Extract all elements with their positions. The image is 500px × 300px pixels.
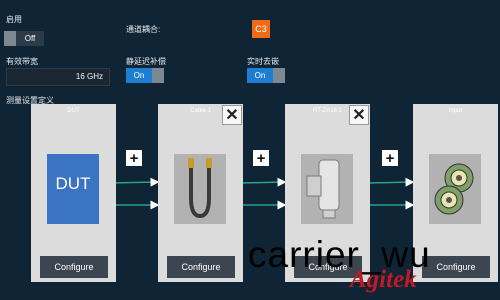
configure-button[interactable]: Configure <box>167 256 235 278</box>
close-icon[interactable]: ✕ <box>222 105 242 125</box>
dut-icon: DUT <box>47 154 99 224</box>
add-element-button[interactable]: + <box>126 150 142 166</box>
adapter-icon <box>301 154 353 224</box>
input-connector-icon <box>429 154 481 224</box>
dut-icon-text: DUT <box>55 174 91 193</box>
panel-title: Input <box>448 108 463 114</box>
cable-icon <box>174 154 226 224</box>
arrow-line <box>111 177 160 187</box>
dut-panel: DUT DUT Configure <box>31 104 116 282</box>
close-icon[interactable]: ✕ <box>349 105 369 125</box>
add-element-button[interactable]: + <box>382 150 398 166</box>
arrow-line <box>239 177 287 187</box>
arrow-line <box>366 177 415 187</box>
add-element-button[interactable]: + <box>253 150 269 166</box>
panel-title: DUT <box>67 108 80 114</box>
cable-panel: Cable 1 ✕ Configure <box>158 104 243 282</box>
configure-button[interactable]: Configure <box>422 256 490 278</box>
brand-logo: Agitek <box>350 266 417 293</box>
configure-button[interactable]: Configure <box>40 256 108 278</box>
